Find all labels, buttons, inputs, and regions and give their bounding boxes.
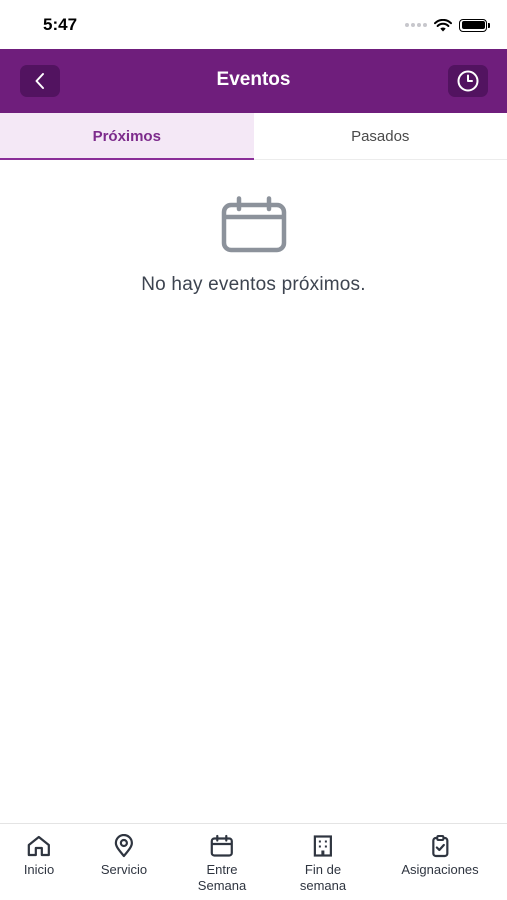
tab-label: Pasados	[351, 127, 410, 145]
clock-icon	[457, 70, 479, 92]
empty-message: No hay eventos próximos.	[141, 274, 366, 295]
location-pin-icon	[114, 834, 134, 858]
nav-item-fin-de-semana[interactable]: Fin de semana	[300, 834, 346, 894]
app-header: Eventos	[0, 49, 507, 113]
nav-label: Servicio	[100, 862, 148, 877]
calendar-icon	[221, 196, 286, 253]
status-time: 5:47	[43, 15, 78, 34]
building-icon	[313, 835, 333, 857]
battery-icon	[459, 18, 490, 32]
nav-label: Asignaciones	[401, 862, 479, 877]
nav-label: Fin de semana	[299, 862, 347, 893]
bottom-nav: Inicio Servicio Entre Semana Fin de sema…	[0, 823, 507, 900]
nav-label: Entre Semana	[197, 862, 247, 893]
clipboard-check-icon	[431, 835, 449, 858]
cellular-signal-icon	[405, 23, 427, 27]
events-tabs: Próximos Pasados	[0, 113, 507, 160]
home-icon	[27, 835, 51, 857]
nav-item-entre-semana[interactable]: Entre Semana	[198, 834, 246, 894]
nav-item-asignaciones[interactable]: Asignaciones	[401, 834, 479, 878]
empty-state: No hay eventos próximos.	[0, 196, 507, 296]
wifi-icon	[434, 18, 452, 31]
tab-label: Próximos	[92, 127, 161, 145]
page-title: Eventos	[216, 69, 291, 90]
status-icons	[405, 16, 490, 34]
nav-label: Inicio	[23, 862, 55, 877]
tab-proximos[interactable]: Próximos	[0, 113, 254, 160]
history-button[interactable]	[448, 65, 488, 97]
nav-item-servicio[interactable]: Servicio	[101, 834, 147, 878]
tab-pasados[interactable]: Pasados	[254, 113, 507, 159]
calendar-icon	[210, 834, 234, 857]
status-bar: 5:47	[0, 0, 507, 49]
nav-item-inicio[interactable]: Inicio	[24, 834, 54, 878]
